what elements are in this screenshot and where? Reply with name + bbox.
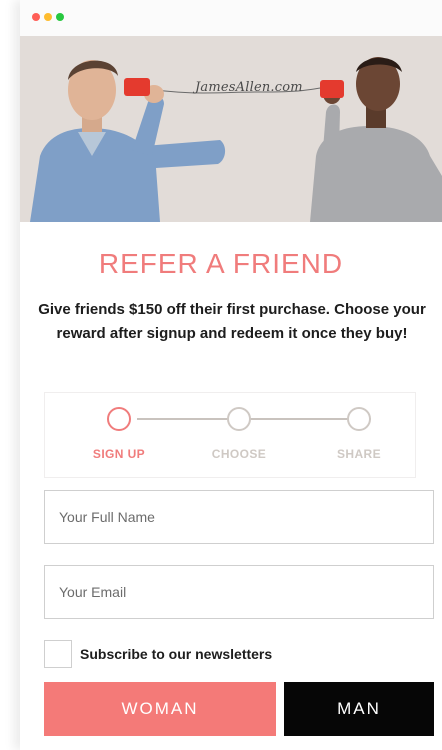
email-field[interactable]	[44, 565, 434, 619]
page-title: REFER A FRIEND	[98, 248, 344, 279]
man-button[interactable]: MAN	[284, 682, 434, 736]
step-share: SHARE	[299, 407, 419, 461]
step-circle-icon	[347, 407, 371, 431]
hero-illustration	[20, 36, 442, 222]
newsletter-label[interactable]: Subscribe to our newsletters	[80, 646, 272, 662]
step-circle-icon	[107, 407, 131, 431]
hero-image: JamesAllen.com	[20, 36, 442, 222]
zoom-window-icon[interactable]	[56, 13, 64, 21]
brand-logo-text: JamesAllen.com	[195, 80, 303, 95]
woman-button[interactable]: WOMAN	[44, 682, 276, 736]
minimize-window-icon[interactable]	[44, 13, 52, 21]
step-label: SHARE	[336, 447, 381, 461]
progress-steps: SIGN UP CHOOSE SHARE	[44, 392, 416, 478]
newsletter-checkbox[interactable]	[44, 640, 72, 668]
close-window-icon[interactable]	[32, 13, 40, 21]
step-label: CHOOSE	[211, 447, 267, 461]
referral-panel: REFER A FRIEND Give friends $150 off the…	[20, 222, 442, 750]
email-input[interactable]	[45, 566, 433, 618]
step-choose: CHOOSE	[179, 407, 299, 461]
step-sign-up: SIGN UP	[59, 407, 179, 461]
newsletter-option[interactable]: Subscribe to our newsletters	[44, 640, 434, 670]
title-bar	[20, 0, 442, 37]
step-label: SIGN UP	[92, 447, 146, 461]
offer-description: Give friends $150 off their first purcha…	[38, 301, 426, 342]
app-window: JamesAllen.com REFER A FRIEND Give frien…	[20, 0, 442, 750]
step-circle-icon	[227, 407, 251, 431]
full-name-field[interactable]	[44, 490, 434, 544]
full-name-input[interactable]	[45, 491, 433, 543]
